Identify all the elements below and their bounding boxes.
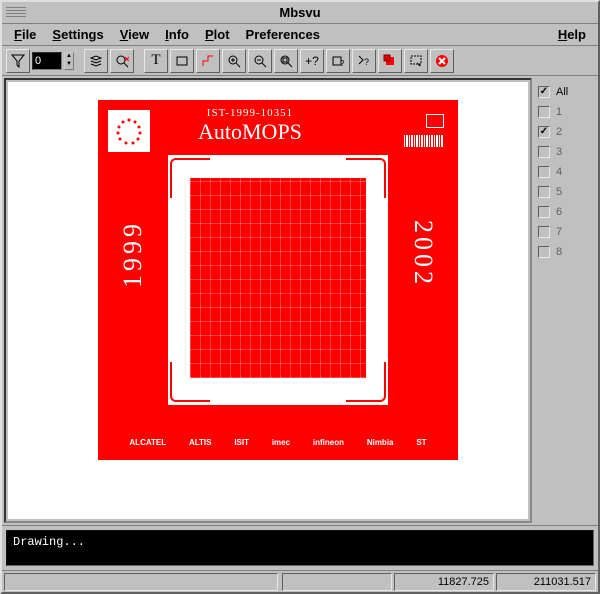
status-pad-2 xyxy=(282,573,392,591)
sponsor: ISIT xyxy=(234,438,249,447)
status-area: Drawing... 11827.725 211031.517 xyxy=(2,525,598,592)
menu-help[interactable]: Help xyxy=(550,25,594,44)
select-area-icon[interactable] xyxy=(404,49,428,73)
layer-7-check[interactable] xyxy=(538,226,550,238)
level-spinner[interactable]: ▲ ▼ xyxy=(64,52,74,70)
sponsor: ST xyxy=(416,438,426,447)
window-menu-icon[interactable] xyxy=(6,7,26,19)
canvas[interactable]: IST-1999-10351 AutoMOPS 1999 2002 ALCATE… xyxy=(8,82,528,519)
layer-4[interactable]: 4 xyxy=(538,162,594,182)
menu-settings[interactable]: Settings xyxy=(44,25,111,44)
zoom-out-icon[interactable] xyxy=(248,49,272,73)
layer-5-check[interactable] xyxy=(538,186,550,198)
layer-label: 6 xyxy=(556,206,562,218)
eu-logo xyxy=(108,110,150,152)
level-input[interactable]: 0 xyxy=(32,52,62,70)
year-start: 1999 xyxy=(118,220,148,288)
menubar: File Settings View Info Plot Preferences… xyxy=(2,24,598,46)
rect-icon[interactable] xyxy=(170,49,194,73)
menu-view[interactable]: View xyxy=(112,25,157,44)
main-area: IST-1999-10351 AutoMOPS 1999 2002 ALCATE… xyxy=(2,76,598,525)
menu-plot[interactable]: Plot xyxy=(197,25,238,44)
layer-1[interactable]: 1 xyxy=(538,102,594,122)
layer-7[interactable]: 7 xyxy=(538,222,594,242)
layer-label: 2 xyxy=(556,126,562,138)
text-icon[interactable]: T xyxy=(144,49,168,73)
layer-2-check[interactable] xyxy=(538,126,550,138)
context-help-icon[interactable]: ? xyxy=(352,49,376,73)
sponsor: infineon xyxy=(313,438,344,447)
zoom-in-icon[interactable] xyxy=(222,49,246,73)
statusbar: 11827.725 211031.517 xyxy=(2,570,598,592)
layer-label: 5 xyxy=(556,186,562,198)
align-mark-bl xyxy=(170,362,210,402)
rect-help-icon[interactable]: ? xyxy=(326,49,350,73)
layer-6[interactable]: 6 xyxy=(538,202,594,222)
zoom-fit-icon[interactable] xyxy=(274,49,298,73)
sponsor-row: ALCATEL ALTIS ISIT imec infineon Nimbia … xyxy=(118,432,438,452)
align-mark-tl xyxy=(170,158,210,198)
layer-label: 3 xyxy=(556,146,562,158)
sponsor: Nimbia xyxy=(367,438,394,447)
svg-text:?: ? xyxy=(340,59,345,68)
layer-label: 7 xyxy=(556,226,562,238)
layer-5[interactable]: 5 xyxy=(538,182,594,202)
toolbar: 0 ▲ ▼ T +? ? ? xyxy=(2,46,598,76)
stop-icon[interactable] xyxy=(378,49,402,73)
layer-1-check[interactable] xyxy=(538,106,550,118)
menu-preferences[interactable]: Preferences xyxy=(238,25,328,44)
layer-6-check[interactable] xyxy=(538,206,550,218)
console-message: Drawing... xyxy=(13,535,85,549)
chip-die: IST-1999-10351 AutoMOPS 1999 2002 ALCATE… xyxy=(98,100,458,460)
layer-panel: All 1 2 3 4 5 xyxy=(534,76,598,525)
sponsor: ALTIS xyxy=(189,438,212,447)
layer-all-label: All xyxy=(556,86,568,98)
app-window: Mbsvu File Settings View Info Plot Prefe… xyxy=(0,0,600,594)
layer-all-check[interactable] xyxy=(538,86,550,98)
ruler-icon[interactable] xyxy=(196,49,220,73)
design-title: AutoMOPS xyxy=(198,119,302,144)
layer-label: 8 xyxy=(556,246,562,258)
layer-3[interactable]: 3 xyxy=(538,142,594,162)
layer-3-check[interactable] xyxy=(538,146,550,158)
window-title: Mbsvu xyxy=(279,5,320,20)
coord-y: 211031.517 xyxy=(496,573,596,591)
layer-4-check[interactable] xyxy=(538,166,550,178)
funnel-icon[interactable] xyxy=(6,49,30,73)
help-icon[interactable]: +? xyxy=(300,49,324,73)
layer-label: 1 xyxy=(556,106,562,118)
coord-x: 11827.725 xyxy=(394,573,494,591)
align-mark-br xyxy=(346,362,386,402)
layers-icon[interactable] xyxy=(84,49,108,73)
svg-text:?: ? xyxy=(364,57,369,67)
abort-icon[interactable] xyxy=(430,49,454,73)
align-mark-tr xyxy=(346,158,386,198)
layer-8[interactable]: 8 xyxy=(538,242,594,262)
zoom-reset-icon[interactable] xyxy=(110,49,134,73)
status-pad-1 xyxy=(4,573,278,591)
reference-mark xyxy=(426,114,444,128)
layer-8-check[interactable] xyxy=(538,246,550,258)
barcode xyxy=(404,135,444,147)
sponsor: ALCATEL xyxy=(129,438,166,447)
sponsor: imec xyxy=(272,438,290,447)
layer-all[interactable]: All xyxy=(538,82,594,102)
menu-info[interactable]: Info xyxy=(157,25,197,44)
titlebar: Mbsvu xyxy=(2,2,598,24)
menu-file[interactable]: File xyxy=(6,25,44,44)
layer-2[interactable]: 2 xyxy=(538,122,594,142)
console: Drawing... xyxy=(6,530,594,566)
layer-label: 4 xyxy=(556,166,562,178)
design-header: IST-1999-10351 AutoMOPS xyxy=(198,108,302,143)
canvas-frame: IST-1999-10351 AutoMOPS 1999 2002 ALCATE… xyxy=(4,78,532,523)
year-end: 2002 xyxy=(408,220,438,288)
